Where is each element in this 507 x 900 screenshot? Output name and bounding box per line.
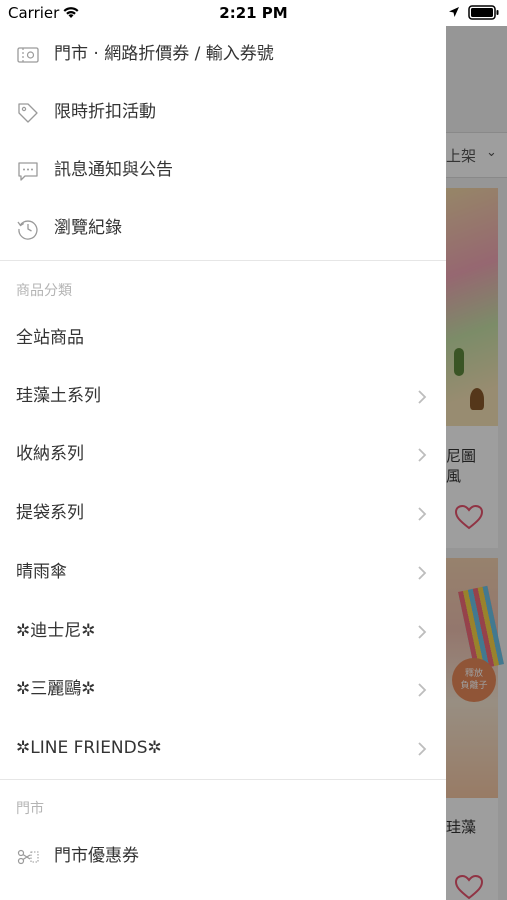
menu-item-label: 門市 · 網路折價券 / 輸入券號 bbox=[54, 44, 274, 64]
message-icon bbox=[18, 162, 38, 181]
menu-item-label: 訊息通知與公告 bbox=[54, 160, 173, 180]
menu-item-label: 限時折扣活動 bbox=[54, 102, 156, 122]
location-arrow-icon bbox=[449, 7, 459, 17]
category-label: 珪藻土系列 bbox=[16, 386, 101, 406]
menu-item-label: 瀏覽紀錄 bbox=[54, 218, 122, 238]
clock: 2:21 PM bbox=[219, 4, 288, 22]
category-label: ✲三麗鷗✲ bbox=[16, 679, 96, 699]
category-item[interactable]: 晴雨傘 bbox=[0, 544, 446, 602]
chevron-right-icon bbox=[418, 742, 427, 756]
chevron-right-icon bbox=[418, 390, 427, 404]
scissors-coupon-icon bbox=[17, 849, 39, 865]
chevron-right-icon bbox=[418, 566, 427, 580]
category-label: 全站商品 bbox=[16, 328, 84, 348]
battery-icon bbox=[468, 5, 499, 20]
menu-item-label: 門市優惠券 bbox=[54, 846, 139, 866]
menu-item-notifications[interactable]: 訊息通知與公告 bbox=[0, 142, 446, 200]
category-item[interactable]: ✲LINE FRIENDS✲ bbox=[0, 720, 446, 778]
menu-item-store-coupon[interactable]: 門市優惠券 bbox=[0, 828, 446, 886]
category-label: ✲LINE FRIENDS✲ bbox=[16, 738, 162, 758]
chevron-right-icon bbox=[418, 683, 427, 697]
coupon-icon bbox=[17, 47, 39, 63]
divider bbox=[0, 260, 446, 261]
category-item-all[interactable]: 全站商品 bbox=[0, 310, 446, 368]
side-drawer: 門市 · 網路折價券 / 輸入券號 限時折扣活動 訊息通知與公告 瀏覽紀錄 商品… bbox=[0, 26, 446, 900]
menu-item-flash-sale[interactable]: 限時折扣活動 bbox=[0, 84, 446, 142]
category-item[interactable]: ✲三麗鷗✲ bbox=[0, 661, 446, 719]
chevron-right-icon bbox=[418, 448, 427, 462]
category-label: 提袋系列 bbox=[16, 503, 84, 523]
section-header-categories: 商品分類 bbox=[16, 283, 72, 299]
history-icon bbox=[17, 220, 38, 240]
tag-icon bbox=[18, 103, 38, 123]
menu-item-history[interactable]: 瀏覽紀錄 bbox=[0, 200, 446, 258]
chevron-right-icon bbox=[418, 625, 427, 639]
section-header-store: 門市 bbox=[16, 801, 44, 817]
category-label: 晴雨傘 bbox=[16, 562, 67, 582]
category-item[interactable]: 提袋系列 bbox=[0, 485, 446, 543]
divider bbox=[0, 779, 446, 780]
category-item[interactable]: ✲迪士尼✲ bbox=[0, 603, 446, 661]
category-item[interactable]: 收納系列 bbox=[0, 426, 446, 484]
category-item[interactable]: 珪藻土系列 bbox=[0, 368, 446, 426]
menu-item-coupons[interactable]: 門市 · 網路折價券 / 輸入券號 bbox=[0, 26, 446, 84]
status-bar: Carrier 2:21 PM bbox=[0, 0, 507, 26]
category-label: 收納系列 bbox=[16, 444, 84, 464]
category-label: ✲迪士尼✲ bbox=[16, 621, 96, 641]
chevron-right-icon bbox=[418, 507, 427, 521]
